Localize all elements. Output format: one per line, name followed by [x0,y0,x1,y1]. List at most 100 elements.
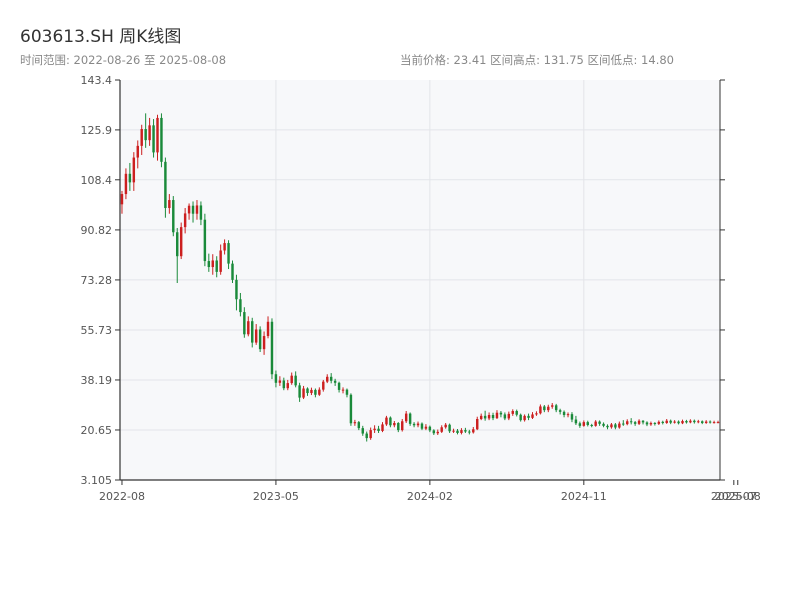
candle-body [712,422,716,424]
candle-body [164,161,167,209]
candle-body [582,422,586,426]
candle-body [633,422,637,424]
candle-body [681,420,684,424]
candle-body [578,423,582,426]
candle-body [701,421,704,423]
candle-body [436,431,439,434]
candle-body [144,129,147,141]
y-tick-label: 20.65 [81,424,113,437]
candle-body [365,433,368,439]
candle-body [326,376,329,382]
candle-body [314,389,317,395]
candle-body [507,413,511,419]
candle-body [468,431,471,433]
candle-body [207,261,211,268]
y-tick-label: 55.73 [81,324,113,337]
candle-body [606,425,609,428]
candle-body [136,145,139,158]
y-tick-label: 108.4 [81,174,113,187]
candle-body [472,429,475,433]
candle-body [527,415,530,418]
candle-body [270,321,274,375]
candle-body [420,423,424,429]
candle-body [211,260,214,268]
candle-body [637,420,641,424]
candle-body [432,430,436,434]
candle-body [168,200,171,209]
candle-body [385,417,388,425]
candle-body [286,383,289,389]
candle-body [294,375,297,386]
candle-body [278,380,282,383]
y-tick-label: 125.9 [81,124,113,137]
candle-body [156,117,159,153]
candle-body [653,422,657,424]
x-tick-label: 2024-11 [561,490,607,503]
candle-body [274,374,278,383]
candle-body [318,389,321,395]
y-tick-label: 90.82 [81,224,113,237]
candle-body [152,125,155,153]
candle-body [558,410,562,412]
candle-body [183,213,187,228]
candle-body [377,428,380,431]
candle-body [302,388,305,398]
candle-body [547,406,550,411]
candle-body [626,421,629,425]
candle-body [693,420,696,423]
candle-body [523,415,526,421]
candle-body [235,279,238,300]
candle-body [594,421,597,426]
candle-body [290,375,293,384]
candle-body [258,329,262,350]
candle-body [566,414,570,416]
candle-body [401,421,404,431]
candle-body [282,380,286,389]
candle-body [333,380,337,383]
candle-body [337,382,341,390]
candle-body [673,421,676,423]
candle-body [452,430,455,432]
candle-body [353,422,357,424]
candle-body [515,411,518,415]
candle-body [554,405,558,411]
candle-body [476,418,479,430]
candle-body [574,419,578,424]
candle-body [511,411,514,414]
candle-body [231,263,234,280]
candle-body [602,423,605,426]
candle-body [247,321,250,335]
candle-body [179,227,183,257]
candle-body [598,421,601,424]
candle-body [239,299,242,313]
candle-body [448,424,451,432]
candle-body [227,243,230,264]
candle-body [618,423,621,428]
candle-body [262,336,266,350]
candle-body [361,428,364,434]
candle-body [570,414,574,420]
candle-body [215,260,218,272]
candle-body [176,232,179,257]
candle-body [397,422,400,431]
candle-body [622,423,625,425]
candle-body [661,421,664,423]
candle-body [460,430,463,433]
candle-body [669,420,672,423]
candle-body [408,413,412,424]
candle-body [519,414,522,421]
candle-body [404,413,408,422]
candle-body [539,406,542,414]
candle-body [416,423,420,426]
candle-body [243,312,246,335]
candle-body [140,129,143,146]
candle-body [254,329,258,343]
candle-body [487,415,491,419]
candle-body [483,415,487,419]
candle-body [464,430,467,432]
x-tick-label: 2022-08 [99,490,145,503]
y-tick-label: 143.4 [81,74,113,87]
candle-body [677,421,680,424]
candle-body [503,414,507,419]
candle-body [341,389,345,391]
